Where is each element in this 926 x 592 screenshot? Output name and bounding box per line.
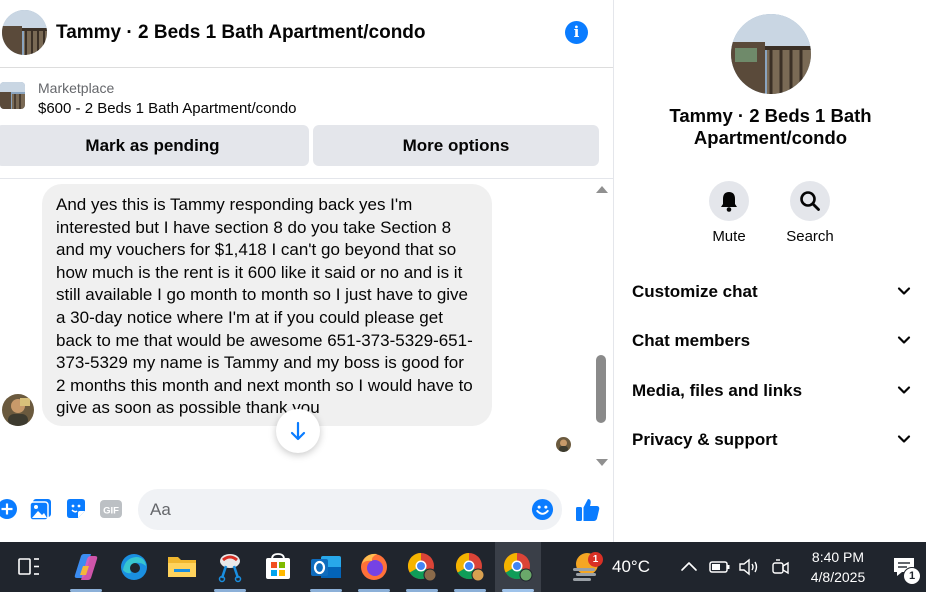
firefox-app[interactable] [351, 542, 397, 592]
chrome-icon [455, 552, 485, 582]
clock-time: 8:40 PM [811, 549, 865, 565]
more-options-button[interactable]: More options [313, 125, 599, 166]
scroll-thumb[interactable] [596, 355, 606, 423]
task-view-button[interactable] [8, 542, 48, 592]
gif-label: GIF [103, 506, 119, 517]
marketplace-bar: Marketplace $600 - 2 Beds 1 Bath Apartme… [0, 69, 613, 179]
search-icon [800, 191, 820, 211]
message-bubble[interactable]: And yes this is Tammy responding back ye… [42, 184, 492, 426]
chat-members-section[interactable]: Chat members [632, 326, 912, 356]
section-label: Media, files and links [632, 381, 803, 400]
weather-icon [573, 553, 598, 581]
plus-icon[interactable] [0, 497, 19, 521]
weather-alert-badge: 1 [588, 552, 603, 567]
scissors-icon [218, 554, 242, 583]
folder-icon [168, 557, 196, 577]
sender-avatar[interactable] [2, 394, 34, 426]
read-receipt-avatar [556, 437, 571, 452]
chat-header: Tammy · 2 Beds 1 Bath Apartment/condo i [0, 0, 613, 68]
media-files-links-section[interactable]: Media, files and links [632, 376, 912, 406]
section-label: Customize chat [632, 282, 758, 301]
composer: GIF [0, 486, 613, 534]
bell-icon [721, 192, 737, 212]
scroll-down-arrow-icon[interactable] [596, 459, 608, 466]
jump-to-latest-button[interactable] [276, 409, 320, 453]
chrome-icon [503, 552, 533, 582]
message-scrollbar[interactable] [593, 180, 611, 470]
customize-chat-section[interactable]: Customize chat [632, 277, 912, 307]
mark-as-pending-button[interactable]: Mark as pending [0, 125, 309, 166]
section-label: Chat members [632, 331, 751, 350]
chevron-down-icon [897, 386, 911, 394]
task-view-icon [18, 558, 39, 575]
gif-icon[interactable]: GIF [99, 497, 123, 521]
chrome-icon [407, 552, 437, 582]
chrome-profile-1-app[interactable] [399, 542, 445, 592]
emoji-icon[interactable] [531, 498, 554, 521]
privacy-support-section[interactable]: Privacy & support [632, 425, 912, 455]
photo-icon[interactable] [29, 497, 53, 521]
store-app[interactable] [255, 542, 301, 592]
chat-pane: Tammy · 2 Beds 1 Bath Apartment/condo i … [0, 0, 613, 542]
notification-count-badge: 1 [903, 567, 921, 585]
chevron-down-icon [897, 287, 911, 295]
screen: Tammy · 2 Beds 1 Bath Apartment/condo i … [0, 0, 926, 592]
clock[interactable]: 8:40 PM 4/8/2025 [795, 547, 881, 587]
message-input[interactable] [138, 489, 562, 530]
arrow-down-icon [290, 421, 306, 441]
mute-button[interactable]: Mute [699, 181, 759, 245]
scroll-up-arrow-icon[interactable] [596, 186, 608, 193]
chevron-down-icon [897, 435, 911, 443]
snipping-tool-app[interactable] [207, 542, 253, 592]
search-label: Search [786, 228, 834, 245]
section-label: Privacy & support [632, 430, 778, 449]
listing-thumbnail[interactable] [0, 82, 25, 109]
conversation-title[interactable]: Tammy · 2 Beds 1 Bath Apartment/condo [56, 22, 426, 44]
chevron-down-icon [897, 336, 911, 344]
outlook-app[interactable] [303, 542, 349, 592]
clock-date: 4/8/2025 [810, 569, 866, 585]
volume-icon[interactable] [738, 557, 760, 577]
firefox-icon [361, 553, 387, 580]
chevron-up-icon[interactable] [679, 557, 699, 577]
profile-avatar[interactable] [731, 14, 811, 94]
weather-widget[interactable]: 40°C [568, 542, 658, 592]
meet-now-icon[interactable] [770, 557, 790, 577]
store-icon [266, 553, 290, 579]
copilot-app[interactable] [63, 542, 109, 592]
file-explorer-app[interactable] [159, 542, 205, 592]
battery-icon[interactable] [709, 557, 731, 577]
sticker-icon[interactable] [64, 497, 88, 521]
edge-icon [121, 554, 147, 580]
conversation-avatar[interactable] [2, 10, 47, 55]
edge-app[interactable] [111, 542, 157, 592]
mute-label: Mute [712, 228, 746, 245]
info-icon[interactable]: i [565, 21, 588, 44]
chrome-profile-2-app[interactable] [447, 542, 493, 592]
message-list[interactable]: And yes this is Tammy responding back ye… [0, 180, 613, 480]
taskbar: 40°C 8:40 PM 4/8/2025 [0, 542, 926, 592]
marketplace-label: Marketplace [38, 80, 115, 96]
profile-name: Tammy · 2 Beds 1 Bath Apartment/condo [669, 105, 872, 148]
copilot-icon [74, 554, 98, 580]
weather-temperature: 40°C [612, 557, 650, 576]
listing-title[interactable]: $600 - 2 Beds 1 Bath Apartment/condo [38, 100, 297, 117]
like-icon[interactable] [575, 496, 601, 522]
chrome-profile-3-app[interactable] [495, 542, 541, 592]
outlook-icon [311, 556, 341, 578]
details-pane: Tammy · 2 Beds 1 Bath Apartment/condo Mu… [613, 0, 926, 542]
search-button[interactable]: Search [780, 181, 840, 245]
